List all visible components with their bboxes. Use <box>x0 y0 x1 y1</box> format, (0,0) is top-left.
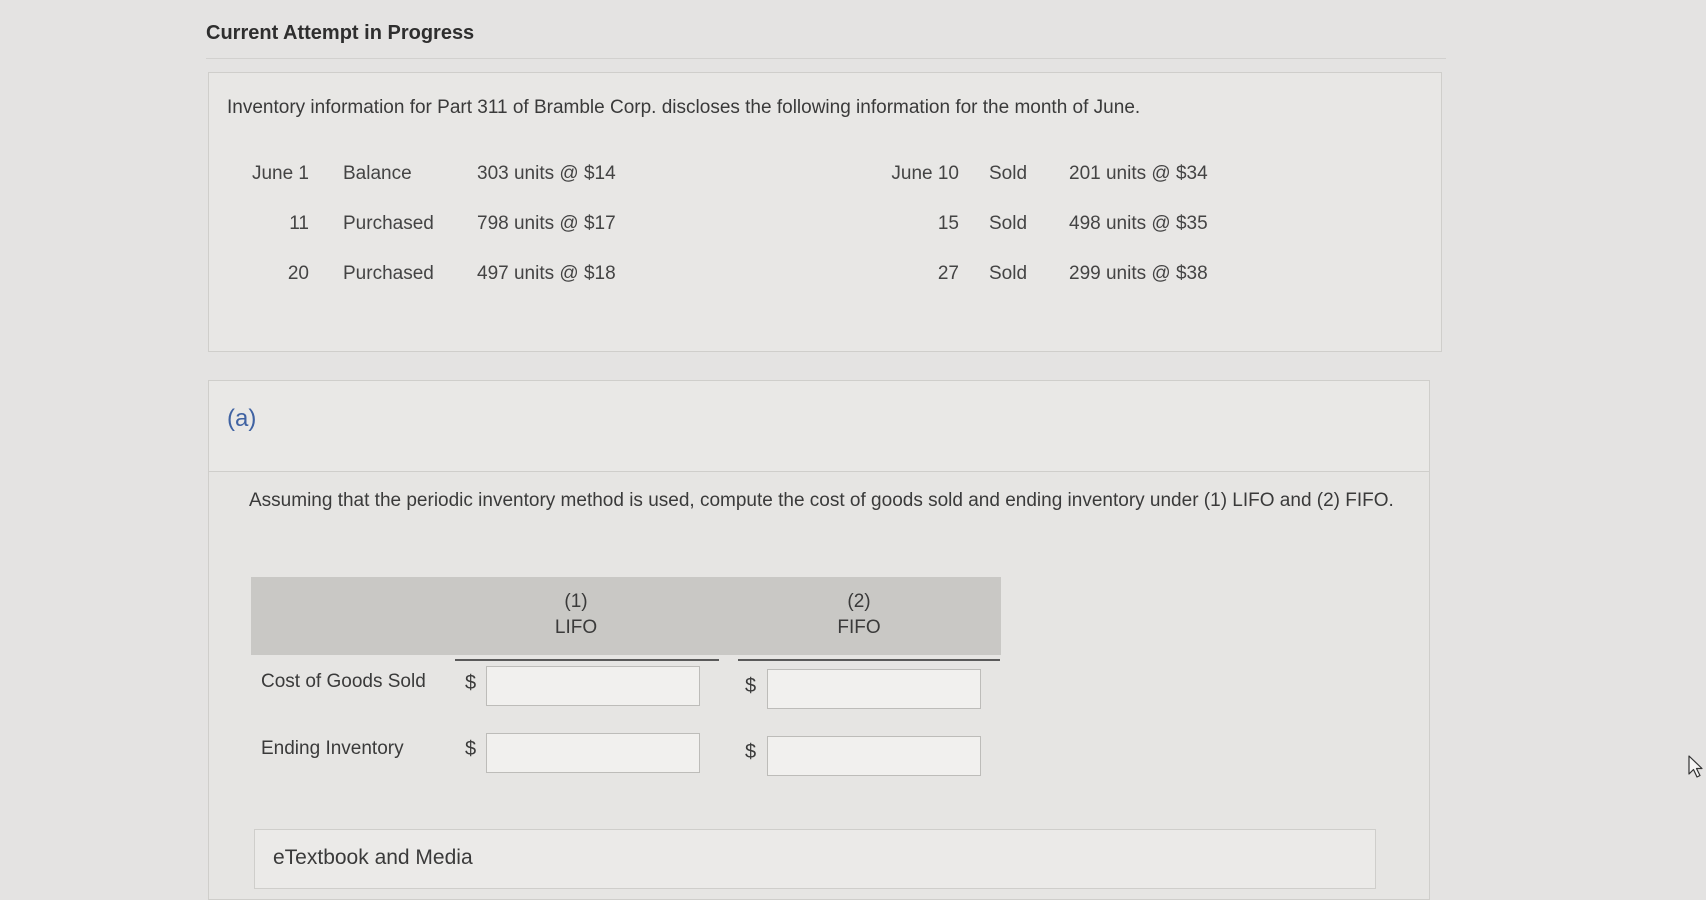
column-rule-lifo <box>455 659 719 661</box>
column-header-lifo: (1) LIFO <box>476 589 676 641</box>
etextbook-media-label: eTextbook and Media <box>273 846 473 869</box>
inventory-units: 303 units @ $14 <box>477 163 616 184</box>
inventory-date: 11 <box>289 213 309 234</box>
inventory-units: 798 units @ $17 <box>477 213 616 234</box>
ending-inventory-fifo-input[interactable] <box>767 736 981 776</box>
column-number: (2) <box>847 591 871 612</box>
mouse-pointer-icon <box>1688 755 1703 778</box>
question-text: Assuming that the periodic inventory met… <box>249 490 1394 511</box>
inventory-action: Purchased <box>343 213 434 234</box>
column-rule-fifo <box>738 659 1000 661</box>
row-label-ending-inventory: Ending Inventory <box>261 738 404 759</box>
inventory-sale-date: June 10 <box>891 163 959 184</box>
column-header-fifo: (2) FIFO <box>759 589 959 641</box>
currency-symbol: $ <box>465 672 477 694</box>
currency-symbol: $ <box>465 738 477 760</box>
inventory-date: 20 <box>287 263 309 284</box>
currency-symbol: $ <box>745 675 757 697</box>
inventory-date: June 1 <box>251 163 309 184</box>
inventory-action: Purchased <box>343 263 434 284</box>
inventory-action: Balance <box>343 163 412 184</box>
etextbook-media-bar[interactable]: eTextbook and Media <box>254 829 1376 889</box>
inventory-sale-action: Sold <box>989 163 1028 184</box>
inventory-units: 497 units @ $18 <box>477 263 616 284</box>
inventory-intro: Inventory information for Part 311 of Br… <box>227 97 1141 118</box>
inventory-sale-units: 201 units @ $34 <box>1069 163 1208 184</box>
cogs-lifo-input[interactable] <box>486 666 700 706</box>
ending-inventory-lifo-input[interactable] <box>486 733 700 773</box>
inventory-sale-units: 498 units @ $35 <box>1069 213 1208 234</box>
divider <box>206 58 1446 59</box>
inventory-sale-date: 15 <box>937 213 959 234</box>
part-a-header: (a) <box>209 381 1429 472</box>
column-name: FIFO <box>837 617 881 638</box>
inventory-sale-date: 27 <box>937 263 959 284</box>
part-label: (a) <box>227 405 257 432</box>
row-label-cogs: Cost of Goods Sold <box>261 671 426 692</box>
column-number: (1) <box>564 591 588 612</box>
column-name: LIFO <box>554 617 598 638</box>
inventory-sale-units: 299 units @ $38 <box>1069 263 1208 284</box>
currency-symbol: $ <box>745 741 757 763</box>
part-a-section: (a) Assuming that the periodic inventory… <box>208 380 1430 900</box>
inventory-sale-action: Sold <box>989 213 1028 234</box>
answer-table-header: (1) LIFO (2) FIFO <box>251 577 1001 655</box>
attempt-title: Current Attempt in Progress <box>206 22 475 44</box>
inventory-info-panel: Inventory information for Part 311 of Br… <box>208 72 1442 352</box>
inventory-sale-action: Sold <box>989 263 1028 284</box>
cogs-fifo-input[interactable] <box>767 669 981 709</box>
